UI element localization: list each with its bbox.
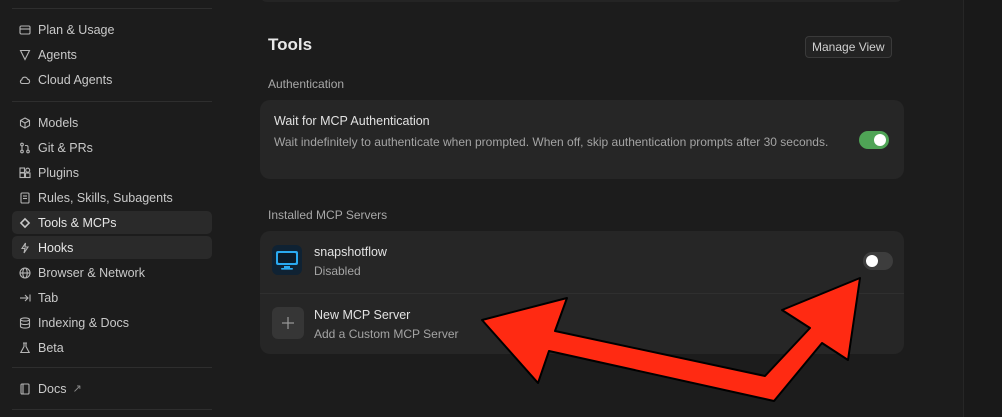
sidebar-item-models[interactable]: Models [12, 111, 212, 134]
sidebar-divider [12, 367, 212, 368]
sidebar-item-label: Cloud Agents [38, 72, 113, 87]
sidebar-item-label: Browser & Network [38, 265, 145, 280]
new-mcp-server-title: New MCP Server [314, 308, 411, 322]
new-mcp-server-row[interactable]: New MCP Server Add a Custom MCP Server [260, 294, 904, 356]
sidebar-item-label: Hooks [38, 240, 74, 255]
sidebar-item-label: Tab [38, 290, 59, 305]
tab-arrow-icon [18, 291, 32, 305]
previous-section-card [260, 0, 903, 2]
sidebar-item-label: Beta [38, 340, 64, 355]
sidebar-item-label: Indexing & Docs [38, 315, 130, 330]
cube-icon [18, 116, 32, 130]
flask-icon [18, 341, 32, 355]
cloud-icon [18, 73, 32, 87]
sidebar-item-agents[interactable]: Agents [12, 43, 212, 66]
wait-for-mcp-auth-toggle[interactable] [859, 131, 889, 149]
sidebar-item-label: Agents [38, 47, 77, 62]
database-icon [18, 316, 32, 330]
installed-servers-section-label: Installed MCP Servers [268, 208, 388, 222]
sidebar-item-hooks[interactable]: Hooks [12, 236, 212, 259]
manage-view-button[interactable]: Manage View [805, 36, 892, 58]
sidebar-item-docs[interactable]: Docs ↗ [12, 377, 212, 400]
agents-icon [18, 48, 32, 62]
plus-icon [272, 307, 304, 339]
book-icon [18, 382, 32, 396]
sidebar-item-label: Plan & Usage [38, 22, 115, 37]
sidebar-item-tools-mcps[interactable]: Tools & MCPs [12, 211, 212, 234]
right-gutter [963, 0, 1002, 417]
toggle-knob [866, 255, 878, 267]
plugins-icon [18, 166, 32, 180]
sidebar-item-git-prs[interactable]: Git & PRs [12, 136, 212, 159]
monitor-icon [272, 245, 302, 275]
mcp-server-toggle[interactable] [863, 252, 893, 270]
document-icon [18, 191, 32, 205]
new-mcp-server-subtitle: Add a Custom MCP Server [314, 327, 459, 341]
hooks-icon [18, 241, 32, 255]
sidebar-item-plugins[interactable]: Plugins [12, 161, 212, 184]
sidebar-divider [12, 409, 212, 410]
sidebar-item-plan-usage[interactable]: Plan & Usage [12, 18, 212, 41]
globe-icon [18, 266, 32, 280]
sidebar-item-rules-skills-subagents[interactable]: Rules, Skills, Subagents [12, 186, 212, 209]
sidebar-item-beta[interactable]: Beta [12, 336, 212, 359]
authentication-card: Wait for MCP Authentication Wait indefin… [260, 100, 904, 179]
mcp-server-status: Disabled [314, 264, 361, 278]
sidebar-divider [12, 101, 212, 102]
tools-icon [18, 216, 32, 230]
authentication-section-label: Authentication [268, 77, 345, 91]
sidebar-item-label: Rules, Skills, Subagents [38, 190, 173, 205]
sidebar-item-indexing-docs[interactable]: Indexing & Docs [12, 311, 212, 334]
sidebar-divider [12, 8, 212, 9]
sidebar-item-browser-network[interactable]: Browser & Network [12, 261, 212, 284]
toggle-knob [874, 134, 886, 146]
page-title: Tools [268, 35, 313, 54]
sidebar-item-label: Docs [38, 381, 67, 396]
wait-for-mcp-auth-description: Wait indefinitely to authenticate when p… [274, 135, 829, 149]
sidebar-item-label: Models [38, 115, 79, 130]
sidebar-item-label: Tools & MCPs [38, 215, 117, 230]
settings-sidebar: Plan & Usage Agents Cloud Agents Models … [0, 0, 218, 417]
card-icon [18, 23, 32, 37]
sidebar-item-label: Plugins [38, 165, 79, 180]
sidebar-item-cloud-agents[interactable]: Cloud Agents [12, 68, 212, 91]
mcp-server-name: snapshotflow [314, 245, 387, 259]
external-link-icon: ↗ [72, 383, 82, 395]
wait-for-mcp-auth-title: Wait for MCP Authentication [274, 114, 430, 128]
settings-main-panel: Tools Manage View Authentication Wait fo… [218, 0, 964, 417]
sidebar-item-tab[interactable]: Tab [12, 286, 212, 309]
sidebar-item-label: Git & PRs [38, 140, 93, 155]
installed-servers-card: snapshotflow Disabled New MCP Server Add… [260, 231, 904, 354]
git-icon [18, 141, 32, 155]
mcp-server-row[interactable]: snapshotflow Disabled [260, 231, 904, 294]
